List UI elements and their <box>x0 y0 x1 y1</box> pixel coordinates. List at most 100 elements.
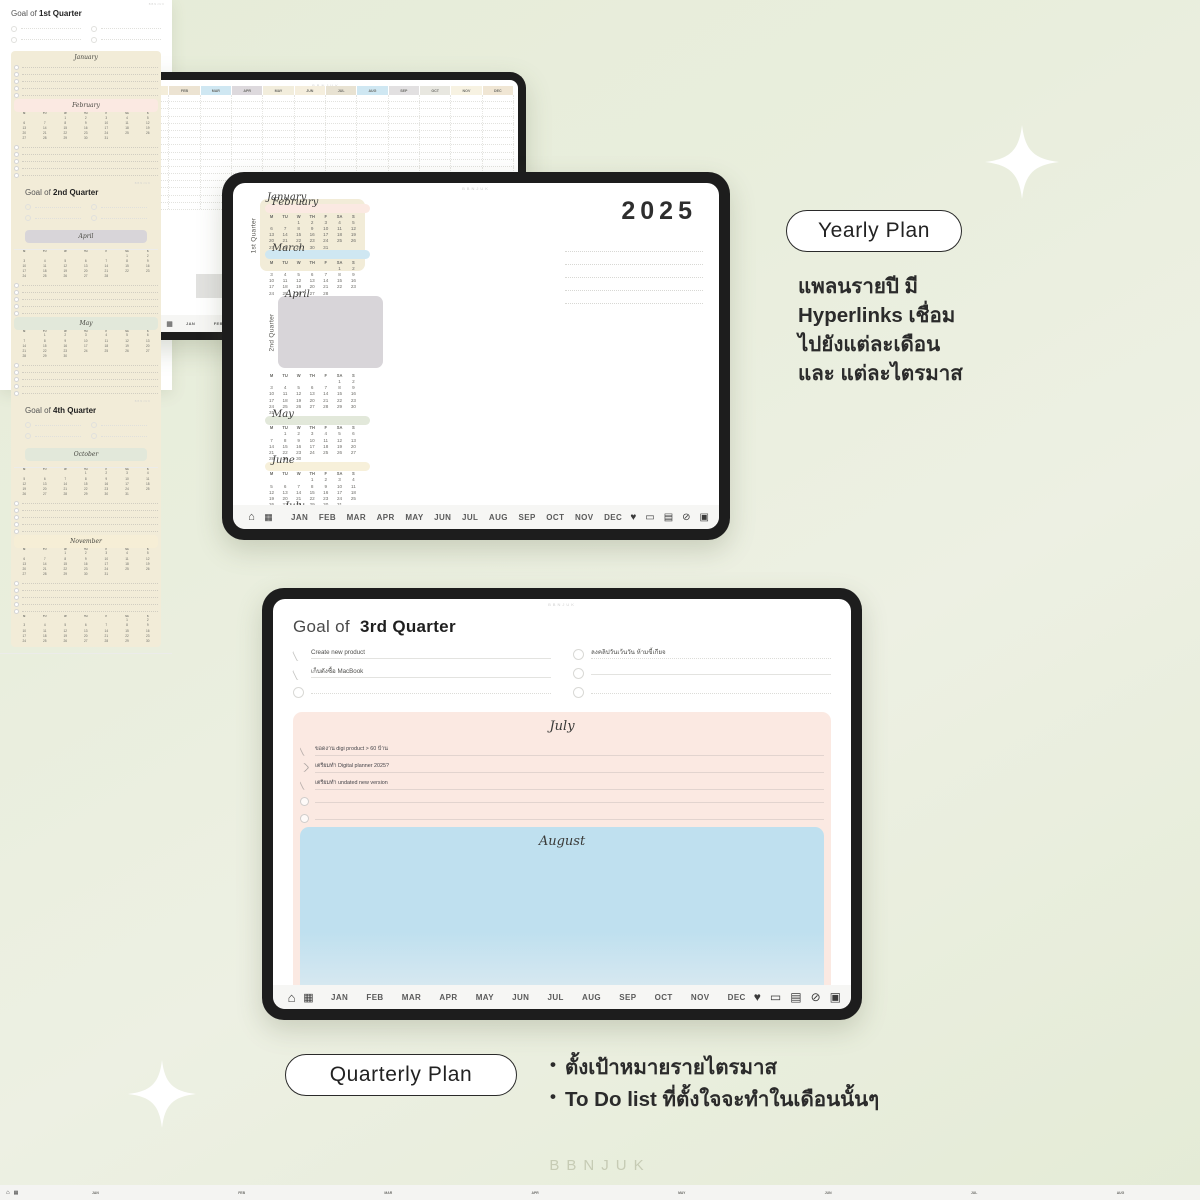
navbar-month-oct[interactable]: OCT <box>546 513 564 522</box>
todo-row[interactable] <box>14 521 158 528</box>
day-cell[interactable]: 31 <box>96 572 117 577</box>
todo-line[interactable] <box>22 596 158 598</box>
grid-cell[interactable] <box>483 102 514 109</box>
note-line[interactable] <box>565 291 703 304</box>
grid-cell[interactable] <box>451 123 483 130</box>
todo-row[interactable] <box>14 85 158 92</box>
grid-cell[interactable] <box>232 130 264 138</box>
todo-line[interactable] <box>22 95 158 96</box>
grid-month-header-aug[interactable]: AUG <box>357 86 389 95</box>
navbar-month-jan[interactable]: JAN <box>331 993 348 1002</box>
grid-row[interactable] <box>138 145 514 153</box>
grid-cell[interactable] <box>295 130 326 138</box>
todo-line[interactable] <box>22 146 158 148</box>
navbar-month-jul[interactable]: JUL <box>971 1191 977 1195</box>
grid-cell[interactable] <box>483 152 514 159</box>
navbar-month-jun[interactable]: JUN <box>512 993 529 1002</box>
goal-row[interactable] <box>25 420 81 431</box>
goal-line[interactable] <box>35 424 81 426</box>
todo-text[interactable]: เตรียมทำ Digital planner 2025? <box>315 762 824 773</box>
trash-icon[interactable]: ▤ <box>664 512 673 523</box>
quarterly-navbar[interactable]: ⌂ ▦ JAN FEB MAR APR MAY JUN JUL AUG SEP OCT NOV DEC… <box>273 985 851 1009</box>
checkbox-circle[interactable] <box>14 376 19 382</box>
goal-row[interactable] <box>91 202 147 213</box>
todo-line[interactable] <box>22 298 158 300</box>
checkbox-circle[interactable] <box>14 310 19 316</box>
grid-cell[interactable] <box>201 109 232 116</box>
checkbox-circle[interactable] <box>14 369 19 375</box>
goal-row[interactable] <box>573 683 831 702</box>
calendar-icon[interactable]: ▦ <box>260 512 277 523</box>
grid-cell[interactable] <box>451 130 483 138</box>
todo-row[interactable] <box>14 165 158 172</box>
day-cell[interactable]: 26 <box>55 638 76 643</box>
todo-row[interactable] <box>14 383 158 390</box>
todo-text[interactable] <box>315 817 824 820</box>
grid-cell[interactable] <box>326 123 358 130</box>
navbar-month-sep[interactable]: SEP <box>518 513 535 522</box>
month-card-february[interactable]: February <box>265 197 370 213</box>
checkbox-circle[interactable] <box>14 514 19 520</box>
checkbox-circle[interactable] <box>573 687 584 698</box>
day-cell[interactable]: 24 <box>14 638 35 643</box>
todo-line[interactable] <box>22 523 158 525</box>
grid-cell[interactable] <box>451 152 483 159</box>
grid-cell[interactable] <box>451 102 483 109</box>
goal-line[interactable] <box>101 424 147 426</box>
checkbox-circle[interactable] <box>14 165 19 171</box>
todo-row[interactable] <box>14 507 158 514</box>
navbar-month-jan[interactable]: JAN <box>291 513 308 522</box>
todo-row[interactable] <box>14 310 158 317</box>
checkbox-circle[interactable] <box>14 608 19 614</box>
grid-cell[interactable] <box>389 102 420 109</box>
goal-row[interactable]: ลงคลิปวันเว้นวัน ห้ามขี้เกียจ <box>573 645 831 664</box>
todo-row[interactable] <box>14 580 158 587</box>
todo-row[interactable] <box>14 296 158 303</box>
todo-line[interactable] <box>22 502 158 504</box>
grid-cell[interactable] <box>389 145 420 152</box>
day-cell[interactable]: 28 <box>96 638 117 643</box>
todo-line[interactable] <box>22 81 158 82</box>
todo-text[interactable] <box>315 800 824 803</box>
check-circle-icon[interactable]: ⊘ <box>682 512 690 523</box>
grid-cell[interactable] <box>451 109 483 116</box>
checkbox-circle[interactable] <box>14 601 19 607</box>
todo-line[interactable] <box>22 378 158 380</box>
grid-row[interactable] <box>138 159 514 167</box>
todo-row[interactable] <box>14 71 158 78</box>
grid-cell[interactable] <box>357 123 389 130</box>
checkbox-circle[interactable] <box>14 383 19 389</box>
grid-cell[interactable] <box>295 138 326 145</box>
checkbox-circle[interactable] <box>91 25 97 32</box>
goal-row[interactable] <box>91 213 147 224</box>
grid-cell[interactable] <box>483 116 514 123</box>
checkbox-circle[interactable] <box>14 151 19 157</box>
day-cell[interactable]: 27 <box>76 274 97 279</box>
goal-row[interactable]: Create new product <box>293 645 551 664</box>
checkbox-circle[interactable] <box>91 215 97 222</box>
day-cell[interactable]: 24 <box>14 274 35 279</box>
goal-line[interactable] <box>35 206 81 208</box>
navbar-month-apr[interactable]: APR <box>532 1191 539 1195</box>
todo-row[interactable] <box>14 500 158 507</box>
navbar-tool-icons[interactable]: ♥ ▭ ▤ ⊘ ▣ <box>630 512 709 523</box>
grid-cell[interactable] <box>201 116 232 123</box>
todo-line[interactable] <box>22 174 158 176</box>
grid-cell[interactable] <box>389 95 420 102</box>
todo-line[interactable] <box>22 312 158 314</box>
checkbox-circle[interactable] <box>14 79 19 84</box>
mini-month-card-april[interactable]: April <box>25 229 147 243</box>
todo-row[interactable] <box>14 608 158 615</box>
grid-cell[interactable] <box>357 109 389 116</box>
goal-line[interactable] <box>101 39 161 40</box>
checkbox-circle[interactable] <box>14 594 19 600</box>
goal-line[interactable] <box>101 28 161 29</box>
todo-row[interactable] <box>14 587 158 594</box>
grid-cell[interactable] <box>420 145 452 152</box>
navbar-tool-icons[interactable]: ♥ ▭ ▤ ⊘ ▣ <box>754 990 841 1004</box>
checkbox-circle[interactable] <box>573 649 584 660</box>
checkbox-circle[interactable] <box>14 362 19 368</box>
month-card-july[interactable]: July ขอดงาน digi product > 60 ป้าน เตรียมท… <box>293 712 831 1009</box>
navbar-month-feb[interactable]: FEB <box>366 993 383 1002</box>
grid-cell[interactable] <box>389 152 420 159</box>
